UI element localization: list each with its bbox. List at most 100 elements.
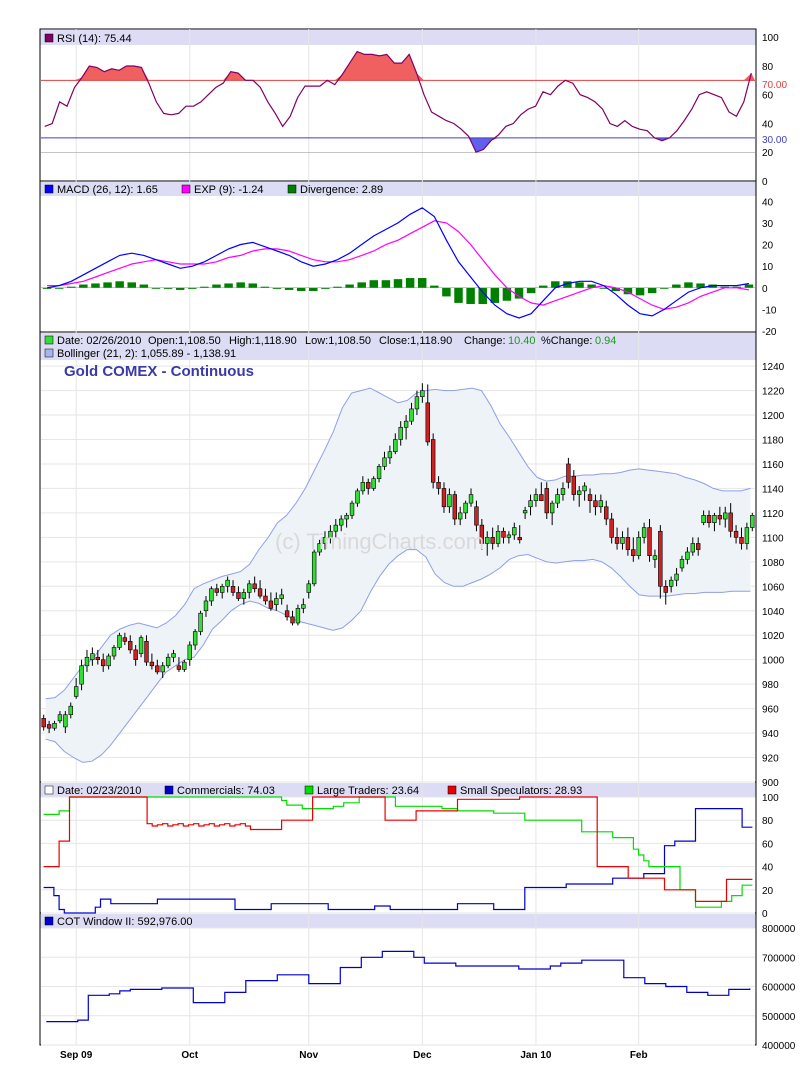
candle-body [577,490,582,495]
divergence-bar [284,287,294,290]
candle-body [739,537,744,544]
candle-body [609,518,614,538]
candle-body [441,488,447,508]
divergence-bar [490,287,500,303]
y-tick-label: 80 [762,62,774,73]
cot-window-legend-text: COT Window II: 592,976.00 [57,916,193,928]
candle-body [528,500,533,508]
candle-body [517,537,522,541]
candle-body [566,463,571,483]
candle-body [252,583,257,590]
rsi-legend-text: RSI (14): 75.44 [57,33,132,45]
candle-body [733,530,739,538]
y-tick-label: 60 [762,91,774,102]
candle-body [306,583,311,593]
candle-body [79,665,84,685]
candle-body [192,631,198,646]
candle-body [409,408,414,422]
change-label: Change: [464,335,506,347]
candle-body [641,527,647,538]
candle-body [355,490,360,504]
candle-body [501,530,506,538]
candle-body [512,527,517,536]
divergence-bar [538,285,548,288]
candle-body [539,494,544,501]
candle-body [257,588,263,597]
candle-body [68,705,73,716]
candle-body [241,592,247,599]
y-tick-label: 1200 [762,411,785,422]
candle-body [398,426,403,440]
y-tick-label: 700000 [762,953,796,964]
y-tick-label: 10 [762,262,774,273]
y-tick-label: 40 [762,863,774,874]
y-tick-label: 20 [762,241,774,252]
y-tick-label: 400000 [762,1041,796,1052]
y-tick-label: 500000 [762,1012,796,1023]
candle-body [414,396,420,410]
rsi-30-label: 30.00 [762,135,787,146]
candle-body [387,451,393,459]
candle-body [593,500,598,508]
candle-body [301,604,306,609]
candle-body [73,686,79,697]
rsi-header-band [40,30,756,45]
candle-body [549,502,555,514]
candle-body [128,641,133,651]
divergence-bar [212,284,221,288]
candle-body [46,724,52,729]
candle-body [430,439,436,483]
divergence-bar [405,278,415,288]
divergence-bar [672,284,681,288]
candle-body [674,573,679,581]
x-tick-label: Feb [630,1050,648,1061]
chart-canvas: 020406080100-20-100102030409009209409609… [39,28,796,1061]
y-tick-label: 1020 [762,631,785,642]
candle-body [598,500,604,508]
y-tick-label: 30 [762,219,774,230]
candle-body [533,494,539,501]
divergence-bar [127,282,136,288]
divergence-bar [175,287,185,290]
candle-body [284,610,290,618]
candle-body [203,600,209,612]
candle-body [712,515,717,523]
pct-change-value: 0.94 [595,335,616,347]
candle-body [403,420,409,428]
candle-body [349,502,355,516]
candle-body [544,488,549,514]
divergence-bar [381,280,391,288]
divergence-bar [430,285,439,288]
divergence-bar [744,284,754,288]
candle-body [111,647,117,657]
x-tick-label: Oct [181,1050,198,1061]
candle-body [717,515,723,520]
candle-body [149,661,155,667]
divergence-bar [442,287,451,297]
candle-body [236,592,241,599]
candle-body [165,656,171,667]
y-tick-label: 600000 [762,983,796,994]
candle-body [463,502,468,514]
y-tick-label: 1240 [762,362,785,373]
watermark: (c) TimingCharts.com [275,529,484,554]
candle-body [268,600,274,609]
candle-body [652,555,658,560]
candle-body [274,598,279,605]
exp-legend-text: EXP (9): -1.24 [194,184,264,196]
y-tick-label: -20 [762,327,777,338]
divergence-bar [417,278,427,288]
divergence-bar [224,283,233,288]
macd-legend-text: MACD (26, 12): 1.65 [57,184,158,196]
candle-body [214,588,219,593]
divergence-bar [357,282,366,288]
rsi-legend: RSI (14): 75.44 [44,33,132,45]
divergence-bar [139,284,149,288]
candle-body [495,530,501,544]
small-speculators-legend: Small Speculators: 28.93 [460,785,582,797]
candle-body [176,665,182,670]
candle-body [117,634,122,648]
candle-body [290,616,295,624]
candle-body [144,641,149,663]
candle-body [209,588,214,602]
